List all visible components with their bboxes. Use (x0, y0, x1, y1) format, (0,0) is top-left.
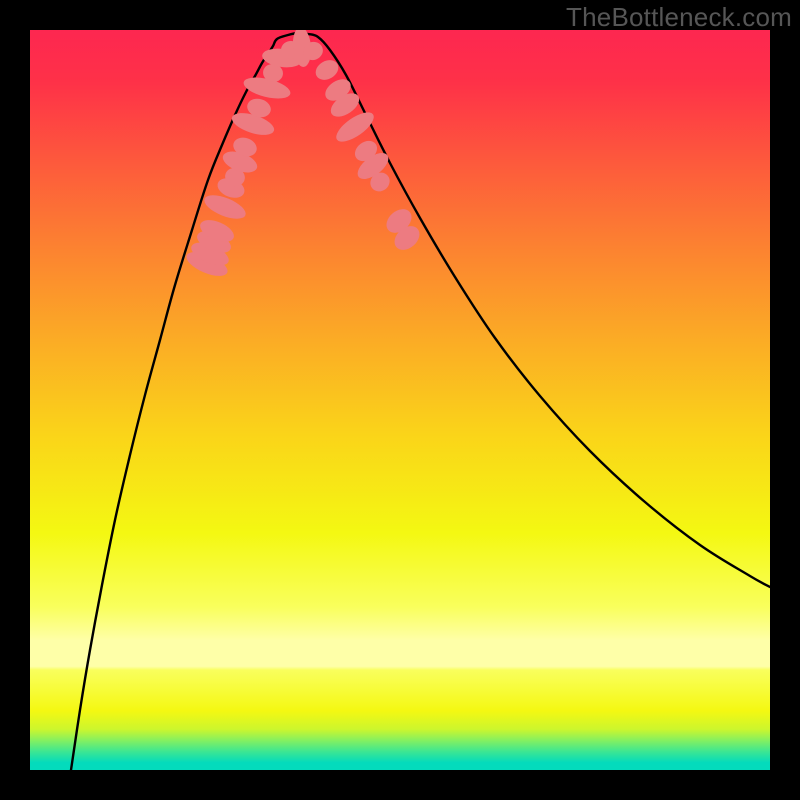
curves-layer (30, 30, 770, 770)
plot-area (30, 30, 770, 770)
curve-marker-group (183, 30, 424, 281)
bottleneck-curve (71, 33, 770, 770)
chart-stage: TheBottleneck.com (0, 0, 800, 800)
bottleneck-curve-path (71, 33, 770, 770)
watermark-label: TheBottleneck.com (566, 2, 792, 33)
